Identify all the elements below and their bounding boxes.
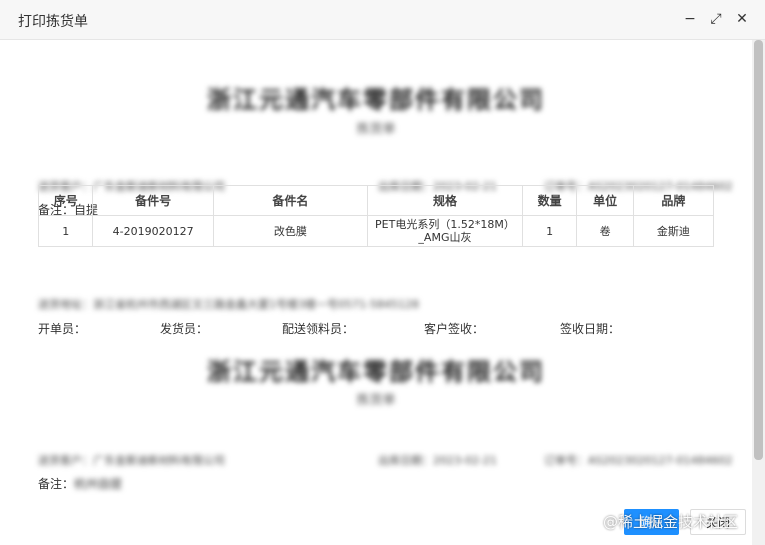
delivery-address: 送货地址：浙江省杭州市西湖区文三路金鑫大厦1号楼3楼一号0571-5845128 [38, 298, 419, 311]
maximize-icon[interactable]: ⤢ [708, 11, 724, 27]
scrollbar-thumb[interactable] [754, 40, 763, 460]
issuer-label: 开单员： [38, 322, 87, 336]
note-line-2: 备注：杭州自提 [38, 475, 122, 492]
col-header-qty: 数量 [521, 185, 578, 216]
company-name: 浙江元通汽车零部件有限公司 [207, 86, 545, 114]
document-name-2: 拣货单 [356, 393, 396, 408]
col-header-spec: 规格 [366, 185, 523, 216]
customer-sign-label: 客户签收： [424, 322, 485, 336]
close-button[interactable]: 关闭 [690, 509, 746, 535]
table-row: 1 4-2019020127 改色膜 PET电光系列（1.52*18M） _AM… [37, 215, 715, 247]
vertical-scrollbar[interactable] [752, 40, 765, 545]
sign-date-label: 签收日期： [560, 322, 621, 336]
picker-label: 配送领料员： [282, 322, 355, 336]
note-value-2: 杭州自提 [74, 477, 123, 491]
ship-date-2: 出库日期：2023-02-21 [378, 454, 497, 467]
cell-part-name: 改色膜 [212, 215, 368, 247]
print-preview[interactable]: 浙江元通汽车零部件有限公司 拣货单 送货客户：广东金斯迪新材料有限公司 出库日期… [0, 40, 752, 545]
col-header-unit: 单位 [576, 185, 634, 216]
company-name-2: 浙江元通汽车零部件有限公司 [207, 358, 545, 386]
shipper-label: 发货员： [160, 322, 209, 336]
cell-unit: 卷 [576, 215, 634, 247]
confirm-button[interactable]: 确认 [624, 509, 679, 535]
dialog-titlebar: 打印拣货单 − ⤢ ✕ [0, 0, 765, 40]
col-header-index: 序号 [37, 185, 94, 216]
cell-spec-line2: _AMG山灰 [418, 231, 472, 244]
cell-qty: 1 [521, 215, 578, 247]
minimize-icon[interactable]: − [682, 11, 698, 27]
cell-part-no: 4-2019020127 [92, 215, 214, 247]
col-header-brand: 品牌 [632, 185, 715, 216]
cell-spec-line1: PET电光系列（1.52*18M） [375, 218, 515, 231]
dialog-title: 打印拣货单 [18, 14, 88, 30]
col-header-part-no: 备件号 [92, 185, 214, 216]
cell-spec: PET电光系列（1.52*18M） _AMG山灰 [366, 215, 523, 247]
cell-index: 1 [37, 215, 94, 247]
delivery-customer-2: 送货客户：广东金斯迪新材料有限公司 [38, 454, 225, 467]
table-header-row: 序号 备件号 备件名 规格 数量 单位 品牌 [37, 185, 715, 216]
document-name: 拣货单 [356, 122, 396, 137]
items-table: 序号 备件号 备件名 规格 数量 单位 品牌 1 4-2019020127 改色… [37, 185, 715, 247]
col-header-part-name: 备件名 [212, 185, 368, 216]
order-number-2: 订单号：AS2023020127-01484602 [544, 454, 733, 467]
cell-brand: 金斯迪 [632, 215, 715, 247]
note-label-2: 备注： [38, 477, 75, 491]
close-icon[interactable]: ✕ [734, 11, 750, 27]
